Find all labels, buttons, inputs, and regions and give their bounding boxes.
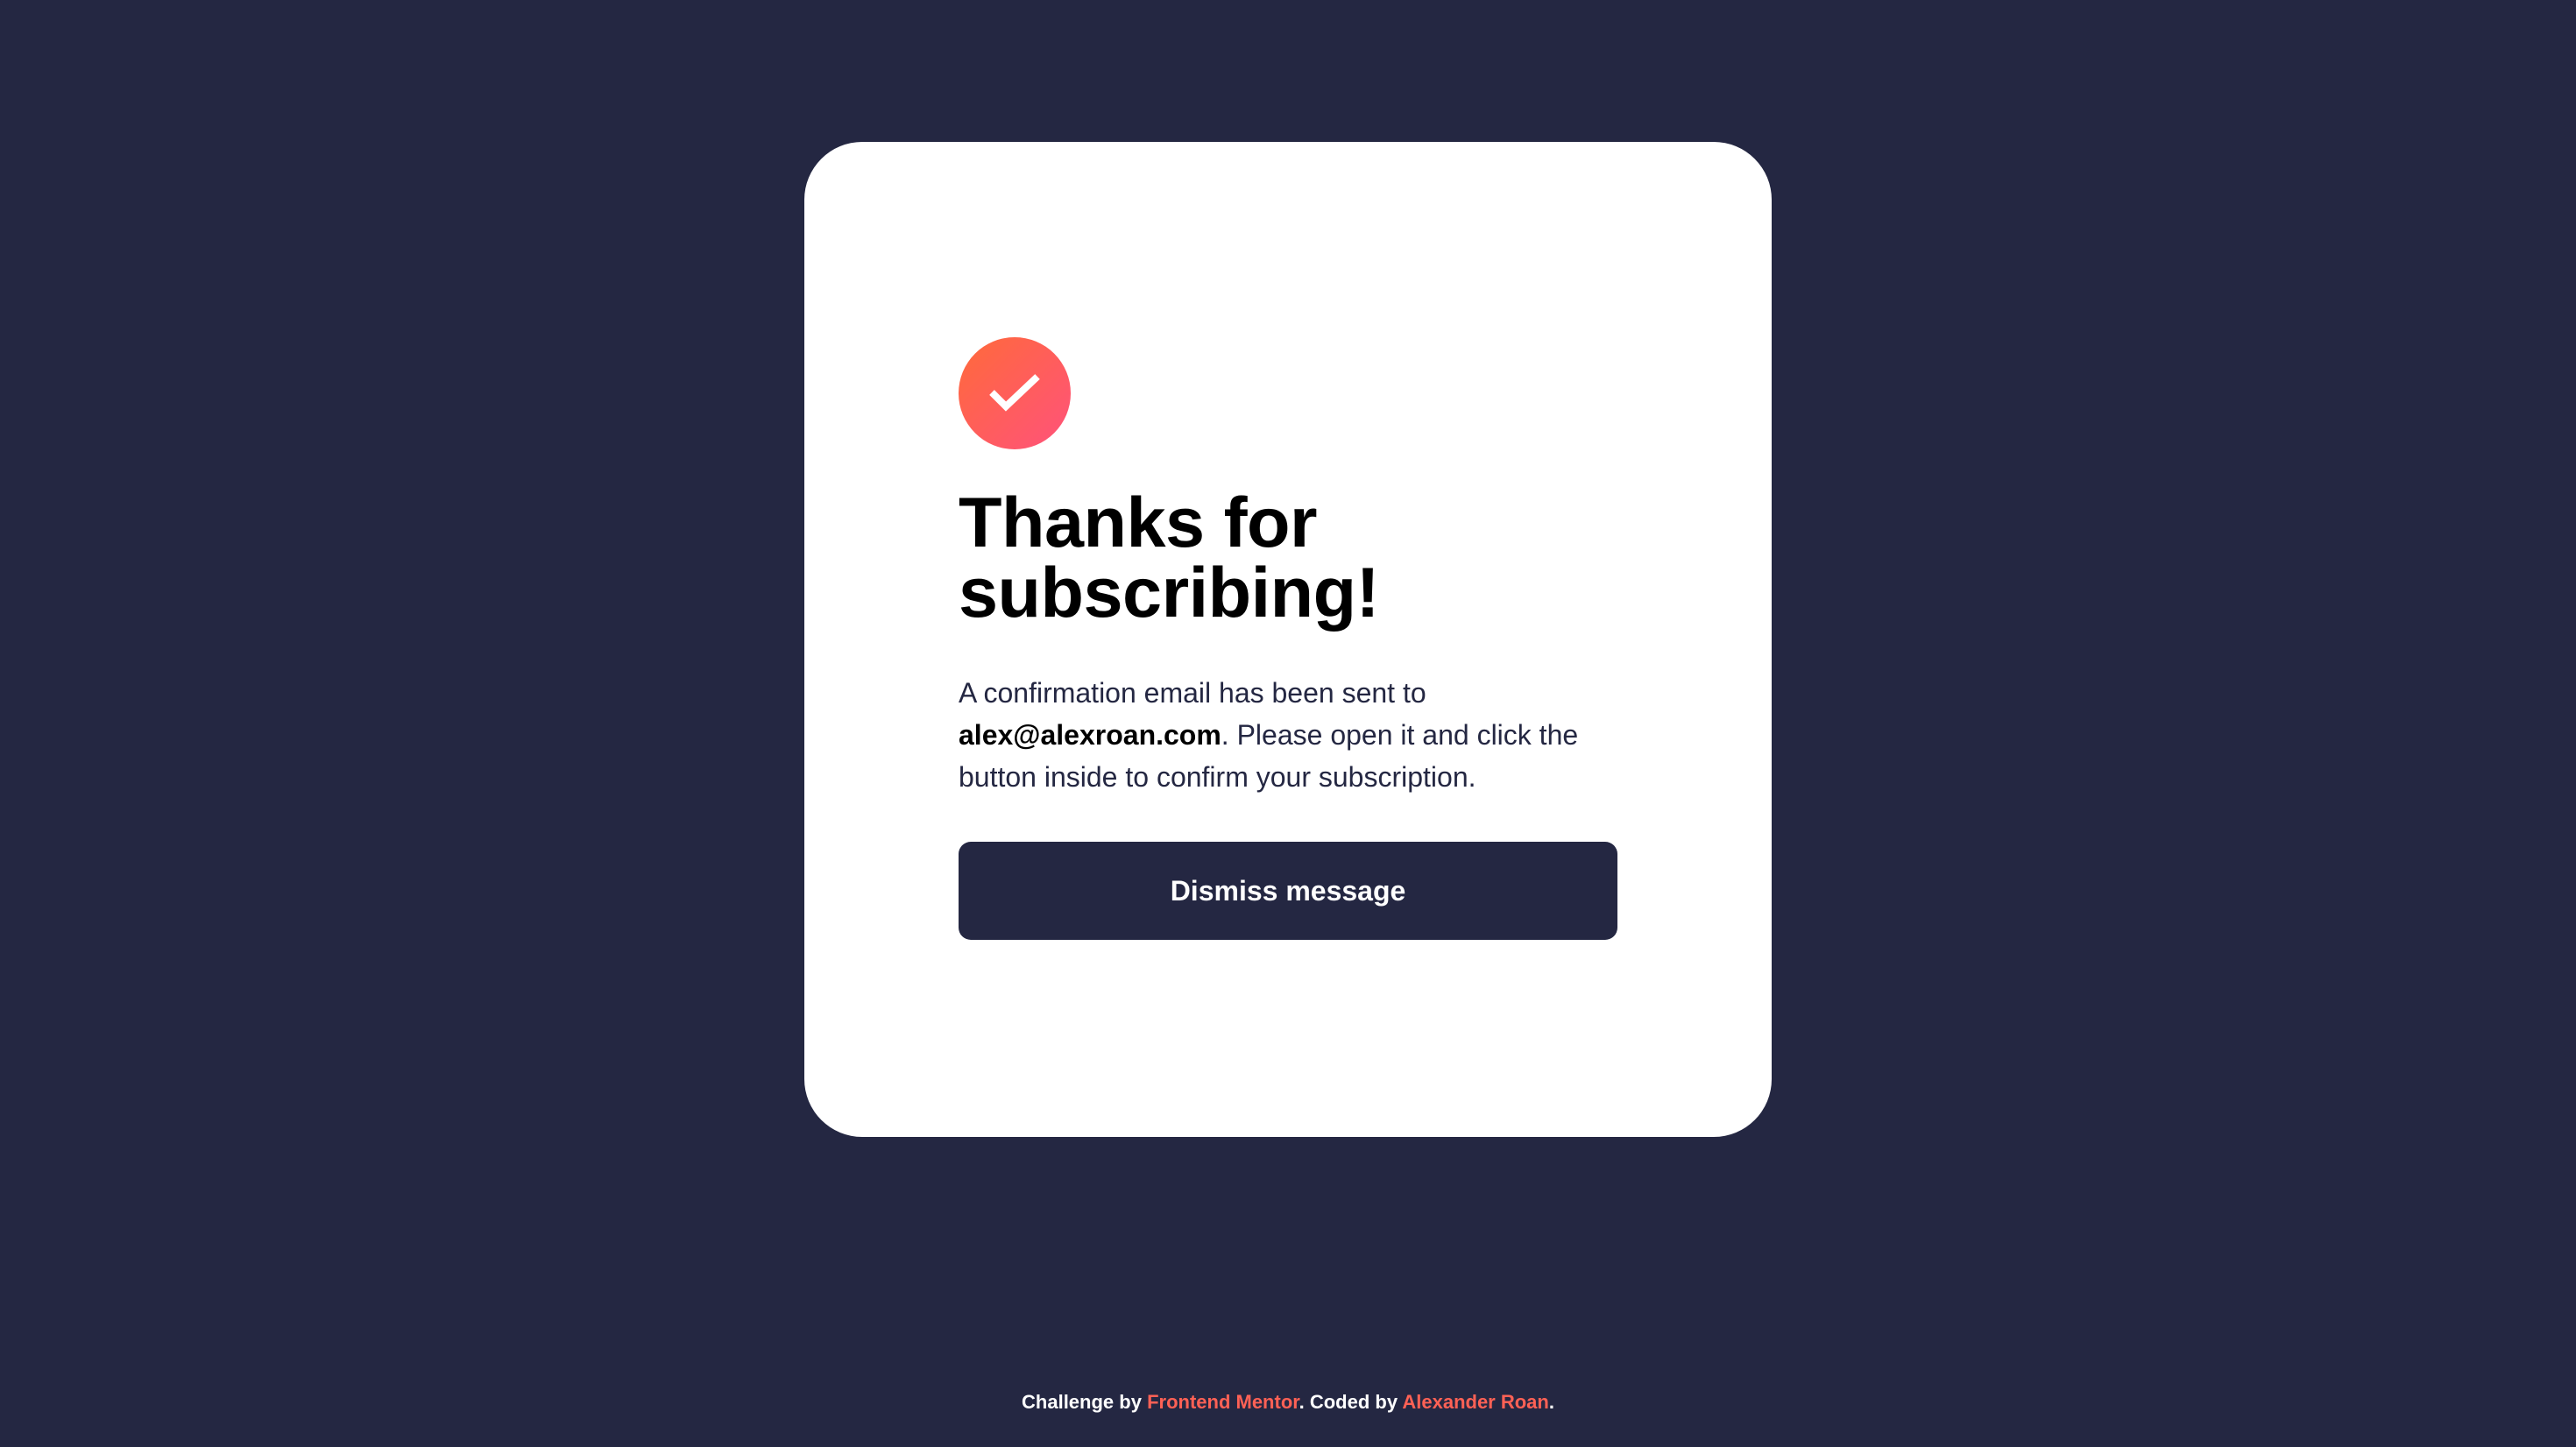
check-icon — [959, 337, 1071, 449]
author-link[interactable]: Alexander Roan — [1402, 1391, 1549, 1413]
dismiss-message-button[interactable]: Dismiss message — [959, 842, 1617, 940]
card-content: Thanks for subscribing! A confirmation e… — [959, 337, 1617, 940]
message-text-before: A confirmation email has been sent to — [959, 677, 1426, 709]
challenge-prefix: Challenge by — [1022, 1391, 1142, 1413]
check-mark-svg — [989, 374, 1040, 412]
confirmation-message: A confirmation email has been sent to ale… — [959, 672, 1617, 798]
footer-suffix: . — [1548, 1391, 1554, 1413]
success-card: Thanks for subscribing! A confirmation e… — [804, 142, 1772, 1137]
frontend-mentor-link[interactable]: Frontend Mentor — [1147, 1391, 1299, 1413]
title-line-2: subscribing! — [959, 554, 1380, 632]
title-line-1: Thanks for — [959, 484, 1318, 562]
page-title: Thanks for subscribing! — [959, 484, 1617, 632]
email-address: alex@alexroan.com — [959, 719, 1221, 751]
coded-prefix: . Coded by — [1299, 1391, 1398, 1413]
page-background: Thanks for subscribing! A confirmation e… — [0, 0, 2576, 1447]
attribution-footer: Challenge by Frontend Mentor. Coded by A… — [0, 1391, 2576, 1414]
